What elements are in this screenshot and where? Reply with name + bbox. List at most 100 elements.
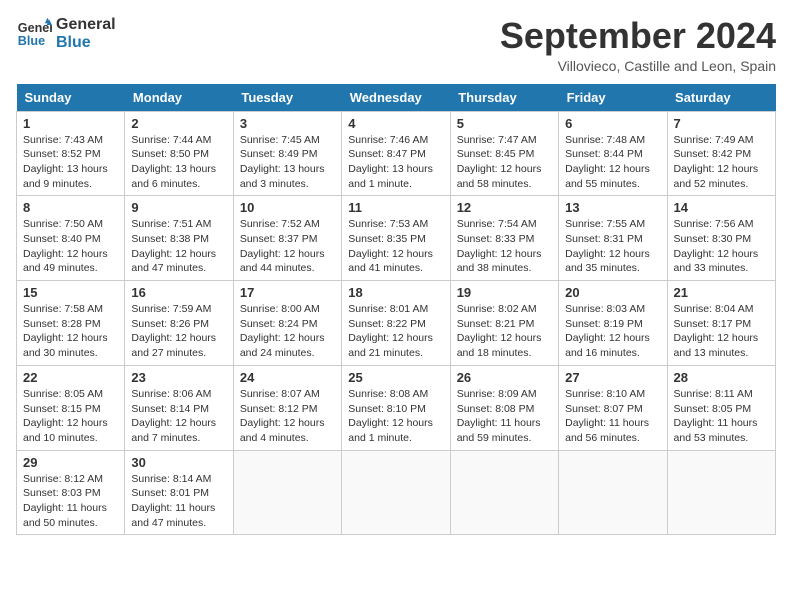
day-content: Sunrise: 8:14 AMSunset: 8:01 PMDaylight:… (131, 472, 226, 531)
calendar-week-row: 29 Sunrise: 8:12 AMSunset: 8:03 PMDayligh… (17, 450, 776, 535)
day-number: 26 (457, 370, 552, 385)
day-content: Sunrise: 8:03 AMSunset: 8:19 PMDaylight:… (565, 302, 660, 361)
day-content: Sunrise: 7:55 AMSunset: 8:31 PMDaylight:… (565, 217, 660, 276)
day-number: 10 (240, 200, 335, 215)
table-row: 25 Sunrise: 8:08 AMSunset: 8:10 PMDayligh… (342, 365, 450, 450)
day-content: Sunrise: 8:05 AMSunset: 8:15 PMDaylight:… (23, 387, 118, 446)
calendar-week-row: 1 Sunrise: 7:43 AMSunset: 8:52 PMDaylight… (17, 111, 776, 196)
table-row: 8 Sunrise: 7:50 AMSunset: 8:40 PMDaylight… (17, 196, 125, 281)
day-number: 29 (23, 455, 118, 470)
day-number: 24 (240, 370, 335, 385)
table-row: 7 Sunrise: 7:49 AMSunset: 8:42 PMDaylight… (667, 111, 775, 196)
table-row: 11 Sunrise: 7:53 AMSunset: 8:35 PMDayligh… (342, 196, 450, 281)
logo-text-blue: Blue (56, 34, 116, 52)
day-content: Sunrise: 8:08 AMSunset: 8:10 PMDaylight:… (348, 387, 443, 446)
svg-text:Blue: Blue (18, 34, 45, 48)
table-row: 22Sunrise: 8:05 AMSunset: 8:15 PMDayligh… (17, 365, 125, 450)
day-number: 17 (240, 285, 335, 300)
day-number: 27 (565, 370, 660, 385)
day-content: Sunrise: 8:09 AMSunset: 8:08 PMDaylight:… (457, 387, 552, 446)
day-content: Sunrise: 8:10 AMSunset: 8:07 PMDaylight:… (565, 387, 660, 446)
calendar-week-row: 15Sunrise: 7:58 AMSunset: 8:28 PMDayligh… (17, 281, 776, 366)
table-row: 10 Sunrise: 7:52 AMSunset: 8:37 PMDayligh… (233, 196, 341, 281)
day-number: 25 (348, 370, 443, 385)
day-content: Sunrise: 7:50 AMSunset: 8:40 PMDaylight:… (23, 217, 118, 276)
table-row: 21Sunrise: 8:04 AMSunset: 8:17 PMDayligh… (667, 281, 775, 366)
day-number: 8 (23, 200, 118, 215)
table-row: 27 Sunrise: 8:10 AMSunset: 8:07 PMDayligh… (559, 365, 667, 450)
logo: General Blue General Blue (16, 16, 116, 52)
table-row: 1 Sunrise: 7:43 AMSunset: 8:52 PMDaylight… (17, 111, 125, 196)
logo-text-general: General (56, 16, 116, 34)
table-row: 18Sunrise: 8:01 AMSunset: 8:22 PMDayligh… (342, 281, 450, 366)
table-row: 29 Sunrise: 8:12 AMSunset: 8:03 PMDayligh… (17, 450, 125, 535)
empty-cell (559, 450, 667, 535)
table-row: 12 Sunrise: 7:54 AMSunset: 8:33 PMDayligh… (450, 196, 558, 281)
day-number: 11 (348, 200, 443, 215)
day-number: 5 (457, 116, 552, 131)
day-content: Sunrise: 7:59 AMSunset: 8:26 PMDaylight:… (131, 302, 226, 361)
day-content: Sunrise: 7:54 AMSunset: 8:33 PMDaylight:… (457, 217, 552, 276)
day-number: 23 (131, 370, 226, 385)
location: Villovieco, Castille and Leon, Spain (500, 58, 776, 74)
table-row: 26 Sunrise: 8:09 AMSunset: 8:08 PMDayligh… (450, 365, 558, 450)
day-number: 2 (131, 116, 226, 131)
empty-cell (450, 450, 558, 535)
table-row: 30Sunrise: 8:14 AMSunset: 8:01 PMDayligh… (125, 450, 233, 535)
empty-cell (667, 450, 775, 535)
day-content: Sunrise: 8:02 AMSunset: 8:21 PMDaylight:… (457, 302, 552, 361)
day-number: 1 (23, 116, 118, 131)
table-row: 23Sunrise: 8:06 AMSunset: 8:14 PMDayligh… (125, 365, 233, 450)
col-friday: Friday (559, 84, 667, 112)
col-monday: Monday (125, 84, 233, 112)
table-row: 15Sunrise: 7:58 AMSunset: 8:28 PMDayligh… (17, 281, 125, 366)
logo-icon: General Blue (16, 16, 52, 52)
col-saturday: Saturday (667, 84, 775, 112)
day-content: Sunrise: 7:43 AMSunset: 8:52 PMDaylight:… (23, 133, 118, 192)
day-number: 13 (565, 200, 660, 215)
day-number: 20 (565, 285, 660, 300)
table-row: 14 Sunrise: 7:56 AMSunset: 8:30 PMDayligh… (667, 196, 775, 281)
col-sunday: Sunday (17, 84, 125, 112)
calendar-table: Sunday Monday Tuesday Wednesday Thursday… (16, 84, 776, 536)
day-number: 6 (565, 116, 660, 131)
day-content: Sunrise: 7:49 AMSunset: 8:42 PMDaylight:… (674, 133, 769, 192)
day-content: Sunrise: 7:51 AMSunset: 8:38 PMDaylight:… (131, 217, 226, 276)
day-number: 7 (674, 116, 769, 131)
table-row: 5 Sunrise: 7:47 AMSunset: 8:45 PMDaylight… (450, 111, 558, 196)
day-content: Sunrise: 7:44 AMSunset: 8:50 PMDaylight:… (131, 133, 226, 192)
day-number: 3 (240, 116, 335, 131)
table-row: 19Sunrise: 8:02 AMSunset: 8:21 PMDayligh… (450, 281, 558, 366)
table-row: 3 Sunrise: 7:45 AMSunset: 8:49 PMDaylight… (233, 111, 341, 196)
day-content: Sunrise: 7:45 AMSunset: 8:49 PMDaylight:… (240, 133, 335, 192)
day-content: Sunrise: 7:46 AMSunset: 8:47 PMDaylight:… (348, 133, 443, 192)
table-row: 4 Sunrise: 7:46 AMSunset: 8:47 PMDaylight… (342, 111, 450, 196)
day-content: Sunrise: 7:53 AMSunset: 8:35 PMDaylight:… (348, 217, 443, 276)
calendar-week-row: 8 Sunrise: 7:50 AMSunset: 8:40 PMDaylight… (17, 196, 776, 281)
empty-cell (233, 450, 341, 535)
day-content: Sunrise: 8:12 AMSunset: 8:03 PMDaylight:… (23, 472, 118, 531)
title-area: September 2024 Villovieco, Castille and … (500, 16, 776, 74)
col-thursday: Thursday (450, 84, 558, 112)
table-row: 28 Sunrise: 8:11 AMSunset: 8:05 PMDayligh… (667, 365, 775, 450)
month-title: September 2024 (500, 16, 776, 56)
table-row: 17Sunrise: 8:00 AMSunset: 8:24 PMDayligh… (233, 281, 341, 366)
day-number: 18 (348, 285, 443, 300)
day-number: 28 (674, 370, 769, 385)
table-row: 2 Sunrise: 7:44 AMSunset: 8:50 PMDaylight… (125, 111, 233, 196)
table-row: 9 Sunrise: 7:51 AMSunset: 8:38 PMDaylight… (125, 196, 233, 281)
day-number: 21 (674, 285, 769, 300)
col-wednesday: Wednesday (342, 84, 450, 112)
day-content: Sunrise: 8:11 AMSunset: 8:05 PMDaylight:… (674, 387, 769, 446)
day-number: 4 (348, 116, 443, 131)
day-content: Sunrise: 8:07 AMSunset: 8:12 PMDaylight:… (240, 387, 335, 446)
day-content: Sunrise: 7:56 AMSunset: 8:30 PMDaylight:… (674, 217, 769, 276)
day-number: 14 (674, 200, 769, 215)
calendar-header-row: Sunday Monday Tuesday Wednesday Thursday… (17, 84, 776, 112)
day-content: Sunrise: 7:52 AMSunset: 8:37 PMDaylight:… (240, 217, 335, 276)
day-number: 15 (23, 285, 118, 300)
day-content: Sunrise: 7:48 AMSunset: 8:44 PMDaylight:… (565, 133, 660, 192)
day-content: Sunrise: 7:47 AMSunset: 8:45 PMDaylight:… (457, 133, 552, 192)
day-number: 9 (131, 200, 226, 215)
day-number: 12 (457, 200, 552, 215)
